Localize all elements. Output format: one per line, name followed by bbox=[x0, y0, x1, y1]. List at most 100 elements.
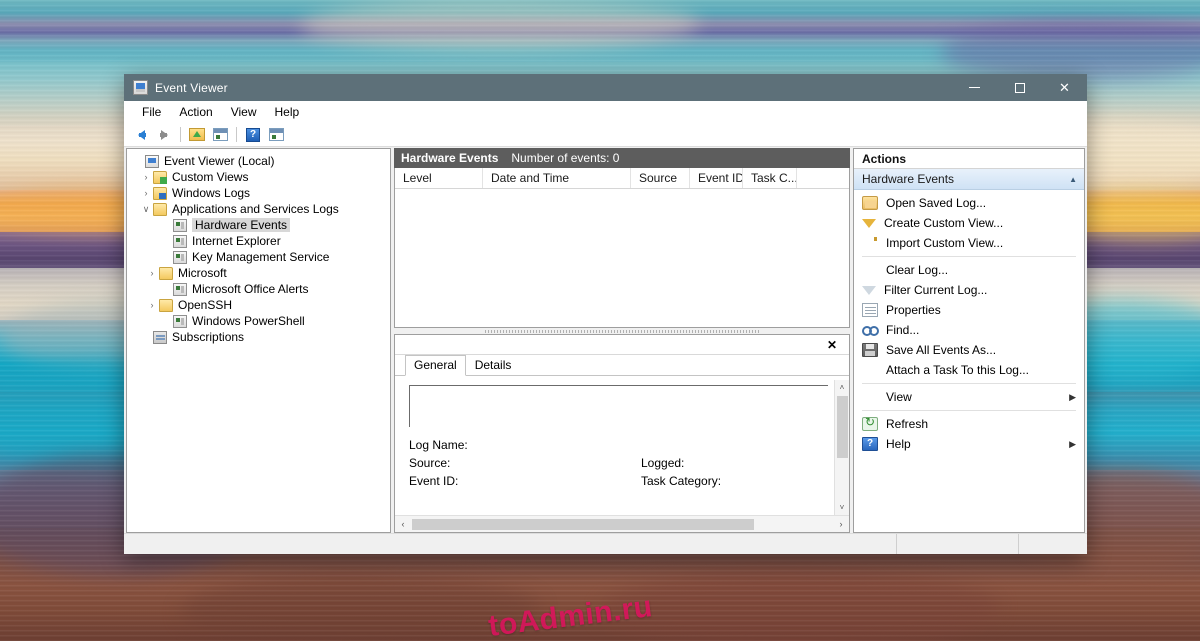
actions-group-header[interactable]: Hardware Events ▲ bbox=[854, 169, 1084, 190]
applications-services-folder-icon bbox=[153, 202, 167, 216]
column-header-source[interactable]: Source bbox=[631, 168, 690, 188]
action-label: Clear Log... bbox=[886, 263, 949, 277]
status-bar-main bbox=[124, 534, 897, 554]
column-header-task-category[interactable]: Task C... bbox=[743, 168, 797, 188]
tree-item-custom-views[interactable]: › Custom Views bbox=[127, 169, 390, 185]
tree-item-label: Custom Views bbox=[172, 170, 249, 184]
tree-item-subscriptions[interactable]: Subscriptions bbox=[127, 329, 390, 345]
status-bar-section-a bbox=[897, 534, 1019, 554]
status-bar-section-b bbox=[1019, 534, 1087, 554]
wallpaper-blotch bbox=[940, 20, 1200, 80]
scroll-up-icon[interactable]: ˄ bbox=[835, 380, 850, 395]
scroll-thumb-vertical[interactable] bbox=[836, 396, 848, 458]
field-row-log-name: Log Name: bbox=[409, 436, 834, 454]
field-label-log-name: Log Name: bbox=[409, 438, 468, 452]
no-icon bbox=[862, 263, 878, 277]
action-save-all-events-as[interactable]: Save All Events As... bbox=[854, 340, 1084, 360]
tree-item-label: Internet Explorer bbox=[192, 234, 281, 248]
scroll-left-icon[interactable]: ‹ bbox=[395, 516, 411, 532]
tree-item-label: Applications and Services Logs bbox=[172, 202, 339, 216]
actions-pane-title: Actions bbox=[854, 149, 1084, 169]
refresh-icon bbox=[862, 416, 878, 431]
chevron-right-icon[interactable]: › bbox=[139, 170, 153, 184]
menu-file[interactable]: File bbox=[133, 103, 170, 121]
action-refresh[interactable]: Refresh bbox=[854, 414, 1084, 434]
column-header-event-id[interactable]: Event ID bbox=[690, 168, 743, 188]
action-label: Refresh bbox=[886, 417, 929, 431]
action-attach-task-to-log[interactable]: Attach a Task To this Log... bbox=[854, 360, 1084, 380]
tab-details[interactable]: Details bbox=[466, 355, 521, 376]
actions-group-label: Hardware Events bbox=[862, 172, 955, 186]
chevron-up-icon[interactable]: ▲ bbox=[1069, 175, 1077, 184]
events-rows-container[interactable] bbox=[395, 189, 849, 327]
tree-item-microsoft-office-alerts[interactable]: Microsoft Office Alerts bbox=[127, 281, 390, 297]
action-clear-log[interactable]: Clear Log... bbox=[854, 260, 1084, 280]
tree-item-windows-logs[interactable]: › Windows Logs bbox=[127, 185, 390, 201]
detail-close-button[interactable]: ✕ bbox=[824, 338, 840, 352]
action-filter-current-log[interactable]: Filter Current Log... bbox=[854, 280, 1084, 308]
tree-item-event-viewer-local[interactable]: Event Viewer (Local) bbox=[127, 153, 390, 169]
action-open-saved-log[interactable]: Open Saved Log... bbox=[854, 193, 1084, 213]
detail-tabs: General Details bbox=[395, 355, 849, 376]
show-hide-action-pane-button[interactable] bbox=[265, 125, 287, 145]
tree-item-hardware-events[interactable]: Hardware Events bbox=[127, 217, 390, 233]
action-find[interactable]: Find... bbox=[854, 320, 1084, 340]
show-hide-console-tree-icon bbox=[212, 128, 228, 141]
tree-item-internet-explorer[interactable]: Internet Explorer bbox=[127, 233, 390, 249]
menu-action[interactable]: Action bbox=[170, 103, 221, 121]
actions-pane: Actions Hardware Events ▲ Open Saved Log… bbox=[853, 148, 1085, 533]
maximize-button[interactable] bbox=[997, 74, 1042, 101]
log-icon bbox=[173, 282, 187, 296]
tree-item-applications-and-services-logs[interactable]: ∨ Applications and Services Logs bbox=[127, 201, 390, 217]
save-icon bbox=[862, 343, 878, 357]
back-button[interactable] bbox=[130, 125, 152, 145]
wallpaper-blotch bbox=[180, 575, 540, 641]
menu-view[interactable]: View bbox=[222, 103, 266, 121]
help-button[interactable]: ? bbox=[242, 125, 264, 145]
action-help[interactable]: ? Help ▶ bbox=[854, 434, 1084, 454]
create-custom-view-funnel-icon bbox=[862, 219, 877, 241]
detail-content: Log Name: Source: Logged: Event ID: Task bbox=[395, 380, 834, 515]
action-label: Open Saved Log... bbox=[886, 196, 987, 210]
custom-views-folder-icon bbox=[153, 170, 167, 184]
scroll-right-icon[interactable]: › bbox=[833, 516, 849, 532]
scroll-thumb-horizontal[interactable] bbox=[412, 518, 754, 530]
tree-item-microsoft[interactable]: › Microsoft bbox=[127, 265, 390, 281]
action-import-custom-view[interactable]: Import Custom View... bbox=[854, 233, 1084, 253]
detail-vertical-scrollbar[interactable]: ˄ ˅ bbox=[834, 380, 849, 515]
action-label: Find... bbox=[886, 323, 920, 337]
forward-button[interactable] bbox=[153, 125, 175, 145]
tree-item-key-management-service[interactable]: Key Management Service bbox=[127, 249, 390, 265]
tree-item-label: Windows PowerShell bbox=[192, 314, 305, 328]
find-binoculars-icon bbox=[862, 323, 879, 337]
close-button[interactable]: ✕ bbox=[1042, 74, 1087, 101]
action-create-custom-view[interactable]: Create Custom View... bbox=[854, 213, 1084, 241]
no-icon bbox=[862, 390, 878, 404]
log-icon bbox=[173, 314, 187, 328]
tree-item-openssh[interactable]: › OpenSSH bbox=[127, 297, 390, 313]
events-list-view[interactable]: Level Date and Time Source Event ID Task… bbox=[394, 168, 850, 328]
chevron-down-icon[interactable]: ∨ bbox=[139, 202, 153, 216]
show-hide-console-tree-button[interactable] bbox=[209, 125, 231, 145]
action-properties[interactable]: Properties bbox=[854, 300, 1084, 320]
chevron-right-icon[interactable]: › bbox=[145, 266, 159, 280]
minimize-button[interactable] bbox=[952, 74, 997, 101]
action-view[interactable]: View ▶ bbox=[854, 387, 1084, 407]
chevron-right-icon[interactable]: › bbox=[145, 298, 159, 312]
chevron-right-icon[interactable]: › bbox=[139, 186, 153, 200]
column-header-date-and-time[interactable]: Date and Time bbox=[483, 168, 631, 188]
detail-horizontal-scrollbar[interactable]: ‹ › bbox=[395, 515, 849, 532]
tree-item-windows-powershell[interactable]: Windows PowerShell bbox=[127, 313, 390, 329]
help-icon: ? bbox=[862, 437, 878, 451]
event-viewer-window: Event Viewer ✕ File Action View Help ? E… bbox=[124, 74, 1087, 554]
toolbar: ? bbox=[124, 123, 1087, 147]
console-tree-pane[interactable]: Event Viewer (Local) › Custom Views › Wi… bbox=[126, 148, 391, 533]
action-label: Properties bbox=[886, 303, 941, 317]
list-header-event-count: Number of events: 0 bbox=[511, 151, 620, 165]
menu-help[interactable]: Help bbox=[266, 103, 309, 121]
window-title: Event Viewer bbox=[155, 80, 228, 95]
tab-general[interactable]: General bbox=[405, 355, 466, 376]
scroll-down-icon[interactable]: ˅ bbox=[835, 500, 850, 515]
up-one-level-button[interactable] bbox=[186, 125, 208, 145]
column-header-level[interactable]: Level bbox=[395, 168, 483, 188]
